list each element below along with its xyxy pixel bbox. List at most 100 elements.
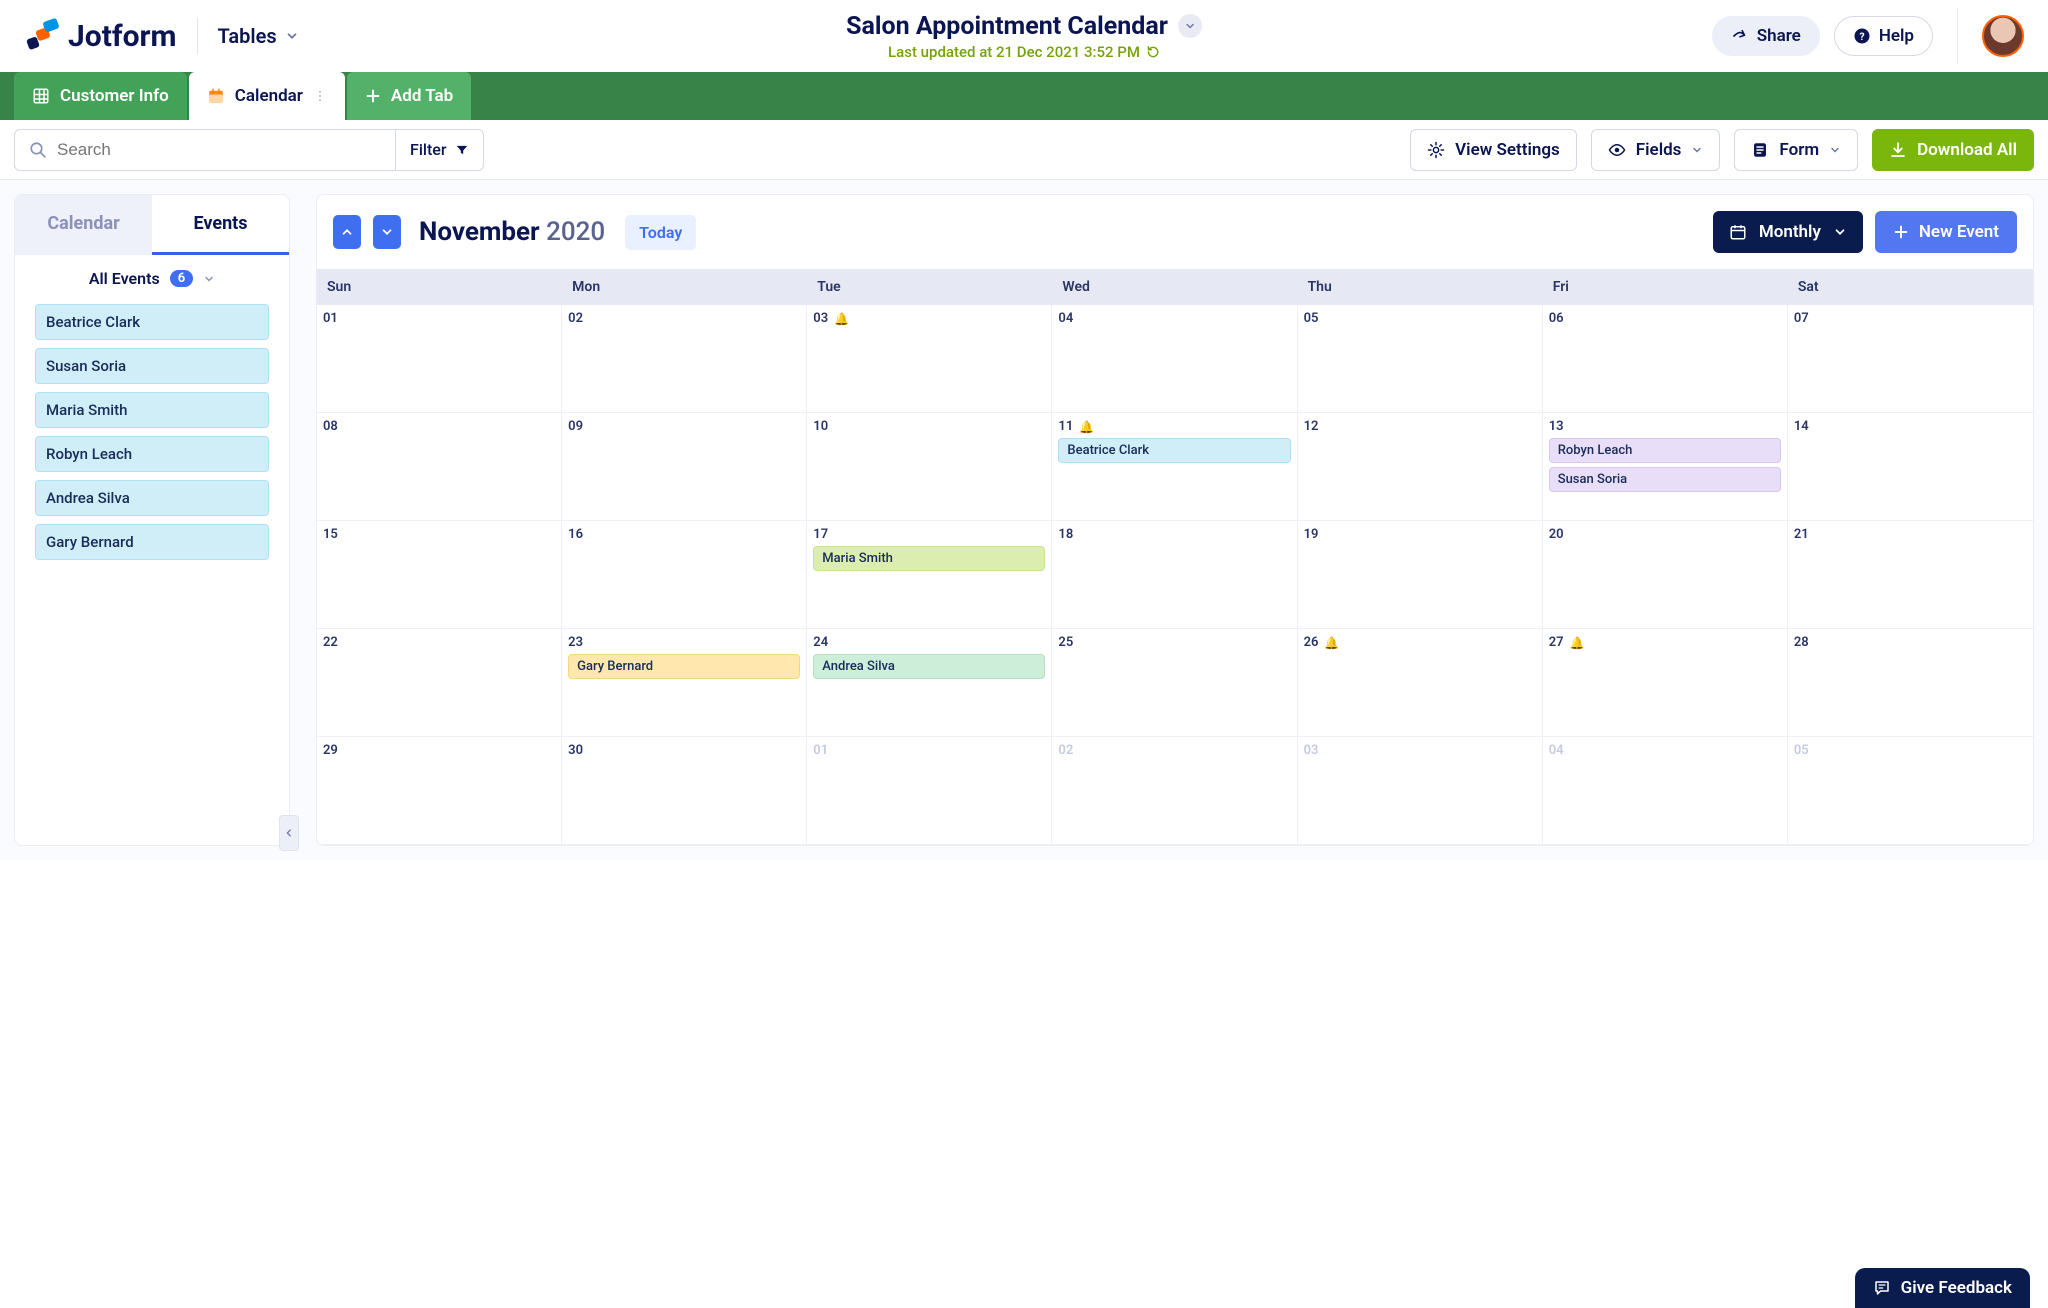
calendar-cell[interactable]: 27🔔 bbox=[1543, 629, 1788, 737]
calendar-cell[interactable]: 20 bbox=[1543, 521, 1788, 629]
form-icon bbox=[1751, 141, 1769, 159]
side-tab-calendar[interactable]: Calendar bbox=[15, 195, 152, 255]
logo-text: Jotform bbox=[68, 19, 177, 54]
filter-icon bbox=[455, 143, 469, 157]
download-all-button[interactable]: Download All bbox=[1872, 129, 2034, 171]
calendar-cell[interactable]: 05 bbox=[1298, 305, 1543, 413]
calendar-cell[interactable]: 16 bbox=[562, 521, 807, 629]
calendar-cell[interactable]: 24Andrea Silva bbox=[807, 629, 1052, 737]
main-area: Calendar Events All Events 6 Beatrice Cl… bbox=[0, 180, 2048, 860]
event-chip[interactable]: Gary Bernard bbox=[35, 524, 269, 560]
calendar-cell[interactable]: 03 bbox=[1298, 737, 1543, 845]
calendar-cell[interactable]: 07 bbox=[1788, 305, 2033, 413]
refresh-icon[interactable] bbox=[1146, 45, 1160, 59]
dow-header: Wed bbox=[1052, 269, 1297, 305]
calendar-cell[interactable]: 30 bbox=[562, 737, 807, 845]
calendar-cell[interactable]: 17 Maria Smith bbox=[807, 521, 1052, 629]
month-text: November bbox=[419, 217, 540, 247]
tab-customer-info[interactable]: Customer Info bbox=[14, 72, 187, 120]
all-events-header[interactable]: All Events 6 bbox=[15, 255, 289, 298]
calendar-cell[interactable]: 12 bbox=[1298, 413, 1543, 521]
next-month-button[interactable] bbox=[373, 215, 401, 249]
event-chip[interactable]: Andrea Silva bbox=[35, 480, 269, 516]
share-icon bbox=[1731, 27, 1749, 45]
calendar-cell[interactable]: 13Robyn LeachSusan Soria bbox=[1543, 413, 1788, 521]
calendar-cell[interactable]: 09 bbox=[562, 413, 807, 521]
calendar-event[interactable]: Gary Bernard bbox=[568, 654, 800, 679]
share-button[interactable]: Share bbox=[1712, 16, 1820, 56]
chevron-down-icon bbox=[203, 273, 215, 285]
view-mode-select[interactable]: Monthly bbox=[1713, 211, 1863, 253]
page-title-block: Salon Appointment Calendar Last updated … bbox=[846, 12, 1202, 61]
calendar-event[interactable]: Maria Smith bbox=[813, 546, 1045, 571]
calendar-cell[interactable]: 11🔔Beatrice Clark bbox=[1052, 413, 1297, 521]
calendar-cell[interactable]: 02 bbox=[1052, 737, 1297, 845]
calendar-cell[interactable]: 21 bbox=[1788, 521, 2033, 629]
calendar-cell[interactable]: 01 bbox=[807, 737, 1052, 845]
dow-header: Fri bbox=[1543, 269, 1788, 305]
avatar[interactable] bbox=[1982, 15, 2024, 57]
calendar-cell[interactable]: 02 bbox=[562, 305, 807, 413]
side-tab-events[interactable]: Events bbox=[152, 195, 289, 255]
add-tab-label: Add Tab bbox=[391, 86, 453, 106]
collapse-sidebar-handle[interactable] bbox=[279, 815, 299, 851]
more-icon[interactable] bbox=[313, 87, 327, 105]
dow-header: Sun bbox=[317, 269, 562, 305]
title-dropdown[interactable] bbox=[1178, 14, 1202, 38]
calendar-cell[interactable]: 23Gary Bernard bbox=[562, 629, 807, 737]
calendar-cell[interactable]: 05 bbox=[1788, 737, 2033, 845]
calendar-event[interactable]: Andrea Silva bbox=[813, 654, 1045, 679]
event-chip[interactable]: Robyn Leach bbox=[35, 436, 269, 472]
day-number: 17 bbox=[813, 527, 1045, 542]
new-event-button[interactable]: New Event bbox=[1875, 211, 2017, 253]
help-label: Help bbox=[1879, 26, 1914, 46]
calendar-cell[interactable]: 06 bbox=[1543, 305, 1788, 413]
day-number: 01 bbox=[323, 311, 555, 326]
fields-button[interactable]: Fields bbox=[1591, 129, 1721, 171]
give-feedback-button[interactable]: Give Feedback bbox=[1855, 1268, 2030, 1308]
day-number: 26🔔 bbox=[1304, 635, 1536, 650]
calendar-cell[interactable]: 19 bbox=[1298, 521, 1543, 629]
feedback-icon bbox=[1873, 1279, 1891, 1297]
event-chip[interactable]: Beatrice Clark bbox=[35, 304, 269, 340]
tab-calendar[interactable]: Calendar bbox=[189, 72, 345, 120]
filter-button[interactable]: Filter bbox=[395, 130, 483, 170]
calendar-cell[interactable]: 22 bbox=[317, 629, 562, 737]
calendar-cell[interactable]: 04 bbox=[1543, 737, 1788, 845]
event-chip[interactable]: Maria Smith bbox=[35, 392, 269, 428]
calendar-event[interactable]: Beatrice Clark bbox=[1058, 438, 1290, 463]
year-text: 2020 bbox=[546, 217, 605, 247]
view-settings-button[interactable]: View Settings bbox=[1410, 129, 1577, 171]
calendar-cell[interactable]: 28 bbox=[1788, 629, 2033, 737]
event-chip[interactable]: Susan Soria bbox=[35, 348, 269, 384]
calendar-cell[interactable]: 04 bbox=[1052, 305, 1297, 413]
calendar-cell[interactable]: 14 bbox=[1788, 413, 2033, 521]
form-button[interactable]: Form bbox=[1734, 129, 1858, 171]
calendar-event[interactable]: Robyn Leach bbox=[1549, 438, 1781, 463]
day-number: 14 bbox=[1794, 419, 2027, 434]
form-label: Form bbox=[1779, 140, 1819, 160]
calendar-cell[interactable]: 26🔔 bbox=[1298, 629, 1543, 737]
gear-icon bbox=[1427, 141, 1445, 159]
search-input[interactable] bbox=[57, 140, 381, 160]
search-box[interactable] bbox=[15, 140, 395, 160]
calendar-cell[interactable]: 15 bbox=[317, 521, 562, 629]
day-number: 12 bbox=[1304, 419, 1536, 434]
calendar-cell[interactable]: 03🔔 bbox=[807, 305, 1052, 413]
calendar-cell[interactable]: 25 bbox=[1052, 629, 1297, 737]
calendar-cell[interactable]: 01 bbox=[317, 305, 562, 413]
help-icon: ? bbox=[1853, 27, 1871, 45]
add-tab-button[interactable]: Add Tab bbox=[347, 72, 471, 120]
calendar-cell[interactable]: 08 bbox=[317, 413, 562, 521]
today-button[interactable]: Today bbox=[625, 215, 696, 250]
tables-menu[interactable]: Tables bbox=[218, 24, 299, 48]
logo[interactable]: Jotform bbox=[24, 18, 177, 54]
prev-month-button[interactable] bbox=[333, 215, 361, 249]
share-label: Share bbox=[1757, 26, 1801, 46]
top-bar: Jotform Tables Salon Appointment Calenda… bbox=[0, 0, 2048, 72]
calendar-cell[interactable]: 18 bbox=[1052, 521, 1297, 629]
help-button[interactable]: ? Help bbox=[1834, 16, 1933, 56]
calendar-event[interactable]: Susan Soria bbox=[1549, 467, 1781, 492]
calendar-cell[interactable]: 10 bbox=[807, 413, 1052, 521]
calendar-cell[interactable]: 29 bbox=[317, 737, 562, 845]
